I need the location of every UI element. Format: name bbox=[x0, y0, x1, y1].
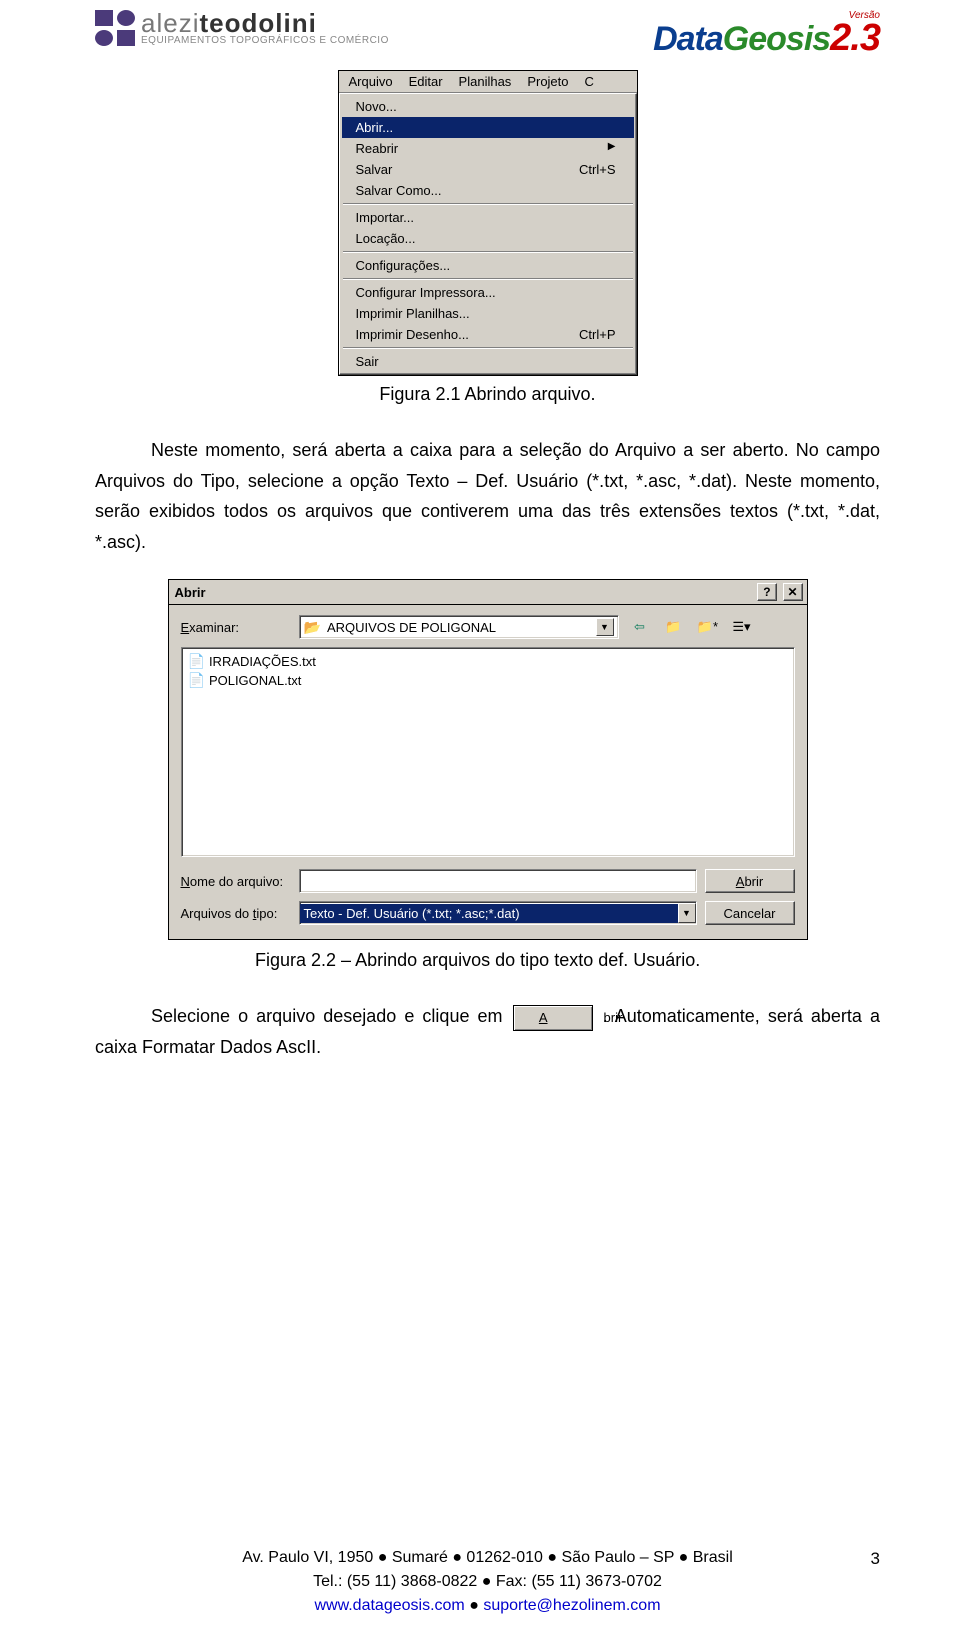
menubar-cut[interactable]: C bbox=[579, 73, 600, 90]
file-list[interactable]: 📄 IRRADIAÇÕES.txt 📄 POLIGONAL.txt bbox=[181, 647, 795, 857]
menu-item-configuracoes[interactable]: Configurações... bbox=[342, 255, 634, 276]
menu-item-config-impressora[interactable]: Configurar Impressora... bbox=[342, 282, 634, 303]
logo-aleziteodolini: aleziteodolini EQUIPAMENTOS TOPOGRÁFICOS… bbox=[95, 10, 389, 46]
dialog-title: Abrir bbox=[175, 585, 206, 600]
examinar-combo[interactable]: 📂 ARQUIVOS DE POLIGONAL ▼ bbox=[299, 615, 619, 639]
menu-item-reabrir[interactable]: Reabrir▶ bbox=[342, 138, 634, 159]
logo-version: 2.3 bbox=[830, 17, 880, 59]
page-header: aleziteodolini EQUIPAMENTOS TOPOGRÁFICOS… bbox=[95, 10, 880, 60]
arquivos-tipo-value: Texto - Def. Usuário (*.txt; *.asc;*.dat… bbox=[300, 904, 678, 923]
examinar-value: ARQUIVOS DE POLIGONAL bbox=[327, 620, 496, 635]
logo-tagline: EQUIPAMENTOS TOPOGRÁFICOS E COMÉRCIO bbox=[141, 36, 389, 46]
menu-separator bbox=[343, 347, 633, 349]
figure-2-2-caption: Figura 2.2 – Abrindo arquivos do tipo te… bbox=[255, 950, 880, 971]
logo-brand-bold: teodolini bbox=[199, 8, 316, 38]
arquivos-tipo-combo[interactable]: Texto - Def. Usuário (*.txt; *.asc;*.dat… bbox=[299, 901, 697, 925]
footer-email-link[interactable]: suporte@hezolinem.com bbox=[483, 1597, 660, 1614]
menu-separator bbox=[343, 251, 633, 253]
dialog-nav-toolbar: ⇦ 📁 📁* ☰▾ bbox=[627, 616, 755, 638]
menu-item-importar[interactable]: Importar... bbox=[342, 207, 634, 228]
nome-arquivo-label: Nome do arquivo: bbox=[181, 874, 291, 889]
menu-item-locacao[interactable]: Locação... bbox=[342, 228, 634, 249]
menu-item-novo[interactable]: Novo... bbox=[342, 96, 634, 117]
examinar-label: Examinar: bbox=[181, 620, 291, 635]
footer-website-link[interactable]: www.datageosis.com bbox=[314, 1597, 464, 1614]
logo-geosis: Geosis bbox=[723, 20, 830, 58]
figure-2-1-caption: Figura 2.1 Abrindo arquivo. bbox=[95, 384, 880, 405]
paragraph-1: Neste momento, será aberta a caixa para … bbox=[95, 435, 880, 557]
page-number: 3 bbox=[871, 1546, 880, 1572]
file-item[interactable]: 📄 POLIGONAL.txt bbox=[188, 671, 788, 690]
menu-item-salvar-como[interactable]: Salvar Como... bbox=[342, 180, 634, 201]
nome-arquivo-input[interactable] bbox=[299, 869, 697, 893]
page-footer: 3 Av. Paulo VI, 1950 ● Sumaré ● 01262-01… bbox=[95, 1546, 880, 1618]
menu-item-imprimir-planilhas[interactable]: Imprimir Planilhas... bbox=[342, 303, 634, 324]
up-folder-icon[interactable]: 📁 bbox=[661, 616, 687, 638]
logo-datageosis: Versão DataGeosis2.3 bbox=[653, 10, 880, 60]
arquivo-dropdown-menu: Novo... Abrir... Reabrir▶ SalvarCtrl+S S… bbox=[339, 93, 637, 375]
menubar-editar[interactable]: Editar bbox=[403, 73, 449, 90]
cancelar-button[interactable]: Cancelar bbox=[705, 901, 795, 925]
back-icon[interactable]: ⇦ bbox=[627, 616, 653, 638]
arquivos-tipo-label: Arquivos do tipo: bbox=[181, 906, 291, 921]
folder-open-icon: 📂 bbox=[304, 619, 321, 636]
menu-separator bbox=[343, 278, 633, 280]
figure-2-2-open-dialog: Abrir ? ✕ Examinar: 📂 ARQUIVOS DE POLIGO… bbox=[168, 579, 808, 940]
close-button[interactable]: ✕ bbox=[783, 583, 803, 601]
logo-brand-light: alezi bbox=[141, 8, 199, 38]
menu-item-salvar[interactable]: SalvarCtrl+S bbox=[342, 159, 634, 180]
menu-item-imprimir-desenho[interactable]: Imprimir Desenho...Ctrl+P bbox=[342, 324, 634, 345]
text-file-icon: 📄 bbox=[188, 672, 205, 689]
menu-item-abrir[interactable]: Abrir... bbox=[342, 117, 634, 138]
paragraph-2: Selecione o arquivo desejado e clique em… bbox=[95, 1001, 880, 1062]
file-name: POLIGONAL.txt bbox=[209, 673, 301, 688]
menubar-arquivo[interactable]: Arquivo bbox=[343, 73, 399, 90]
help-button[interactable]: ? bbox=[757, 583, 777, 601]
menubar-projeto[interactable]: Projeto bbox=[521, 73, 574, 90]
new-folder-icon[interactable]: 📁* bbox=[695, 616, 721, 638]
file-name: IRRADIAÇÕES.txt bbox=[209, 654, 316, 669]
menubar-planilhas[interactable]: Planilhas bbox=[453, 73, 518, 90]
submenu-arrow-icon: ▶ bbox=[608, 141, 616, 156]
views-icon[interactable]: ☰▾ bbox=[729, 616, 755, 638]
menu-separator bbox=[343, 203, 633, 205]
text-file-icon: 📄 bbox=[188, 653, 205, 670]
abrir-button-inline[interactable]: Abrir bbox=[513, 1005, 593, 1031]
abrir-button[interactable]: Abrir bbox=[705, 869, 795, 893]
logo-data: Data bbox=[653, 20, 723, 58]
dropdown-arrow-icon[interactable]: ▼ bbox=[596, 618, 614, 636]
logo-mark-icon bbox=[95, 10, 135, 46]
app-menubar: Arquivo Editar Planilhas Projeto C bbox=[339, 71, 637, 93]
menu-item-sair[interactable]: Sair bbox=[342, 351, 634, 372]
figure-2-1-menu-screenshot: Arquivo Editar Planilhas Projeto C Novo.… bbox=[338, 70, 638, 376]
dropdown-arrow-icon[interactable]: ▼ bbox=[678, 903, 696, 923]
file-item[interactable]: 📄 IRRADIAÇÕES.txt bbox=[188, 652, 788, 671]
